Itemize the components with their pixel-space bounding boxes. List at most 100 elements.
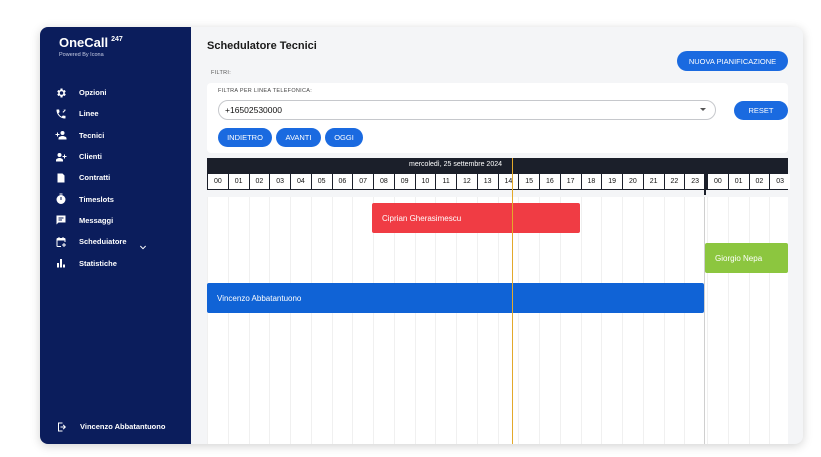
schedule-timeline: mercoledì, 25 settembre 2024 00 01 02 03 04 0…	[207, 158, 790, 444]
booking-label: Ciprian Gherasimescu	[382, 213, 462, 223]
hour-gridline	[663, 197, 665, 444]
sidebar-item-label: Clienti	[79, 152, 102, 162]
sidebar-item-messaggi[interactable]: Messaggi	[55, 210, 185, 231]
hour-gridline	[227, 197, 229, 444]
gear-icon	[55, 87, 67, 99]
phone-line-value: +16502530000	[225, 105, 282, 115]
brand-title: OneCall 247	[59, 35, 123, 50]
back-button[interactable]: INDIETRO	[218, 128, 272, 147]
hour-gridline	[456, 197, 457, 444]
hour-gridline	[290, 197, 291, 444]
hour-gridline	[310, 197, 312, 444]
booking-bar[interactable]: Ciprian Gherasimescu	[372, 203, 580, 233]
page-title: Schedulatore Tecnici	[207, 40, 317, 52]
sidebar-item-label: Scheduiatore	[79, 237, 127, 247]
filters-label: FILTRI:	[211, 70, 232, 76]
hour-gridline	[207, 197, 208, 444]
sidebar-item-label: Contratti	[79, 173, 111, 183]
booking-bar[interactable]: Giorgio Nepa	[705, 243, 788, 273]
booking-label: Giorgio Nepa	[715, 253, 763, 263]
hour-cell: 01	[228, 174, 249, 189]
booking-bar[interactable]: Vincenzo Abbatantuono	[207, 283, 704, 313]
sidebar-nav: Opzioni Linee Tecnici Clienti Contratti …	[55, 82, 185, 274]
hour-cell: 18	[581, 174, 602, 189]
hour-cell: 08	[374, 174, 394, 189]
phone-icon	[55, 108, 67, 120]
hour-gridline	[684, 197, 686, 444]
sidebar-item-scheduiatore[interactable]: Scheduiatore	[55, 231, 185, 252]
filters-card: FILTRA PER LINEA TELEFONICA: +1650253000…	[207, 83, 788, 153]
hour-cell: 01	[728, 174, 749, 189]
sidebar-item-statistiche[interactable]: Statistiche	[55, 252, 185, 273]
hour-gridline	[622, 197, 623, 444]
timeline-body: Ciprian Gherasimescu Giorgio Nepa Vincen…	[207, 197, 788, 444]
calendar-icon	[55, 236, 67, 248]
stopwatch-icon	[55, 193, 67, 205]
hour-gridline	[518, 197, 520, 444]
sidebar-item-opzioni[interactable]: Opzioni	[55, 82, 185, 103]
sidebar-item-tecnici[interactable]: Tecnici	[55, 125, 185, 146]
hour-gridline	[248, 197, 250, 444]
sidebar-item-clienti[interactable]: Clienti	[55, 146, 185, 167]
sidebar-item-contratti[interactable]: Contratti	[55, 167, 185, 188]
forward-button[interactable]: AVANTI	[276, 128, 321, 147]
hour-gridline	[476, 197, 478, 444]
hour-gridline	[497, 197, 499, 444]
hour-gridline	[539, 197, 540, 444]
hour-gridline	[435, 197, 437, 444]
day-separator	[704, 158, 706, 195]
hour-cell: 07	[353, 174, 373, 189]
hour-cell: 10	[415, 174, 436, 189]
sidebar-item-label: Tecnici	[79, 130, 105, 140]
hour-cell: 02	[749, 174, 770, 189]
today-button[interactable]: OGGI	[325, 128, 363, 147]
timeline-date: mercoledì, 25 settembre 2024	[409, 161, 502, 168]
app-window: OneCall 247 Powered By Icona Opzioni Line…	[40, 27, 803, 444]
hour-gridline	[748, 197, 750, 444]
hour-cell: 15	[519, 174, 539, 189]
hour-cell: 11	[436, 174, 456, 189]
dropdown-arrow-icon	[700, 108, 706, 111]
date-navigation: INDIETRO AVANTI OGGI	[218, 128, 363, 147]
hour-gridline	[393, 197, 395, 444]
hour-gridline	[269, 197, 271, 444]
hour-cell: 00	[208, 174, 228, 189]
day-boundary-line	[704, 197, 705, 444]
bar-chart-icon	[55, 257, 67, 269]
sidebar-item-label: Timeslots	[79, 194, 114, 204]
hour-cell: 20	[623, 174, 643, 189]
brand-superscript: 247	[111, 36, 123, 43]
brand-name: OneCall	[59, 35, 109, 50]
sidebar-item-label: Messaggi	[79, 215, 114, 225]
hour-gridline	[707, 197, 708, 444]
sidebar-item-timeslots[interactable]: Timeslots	[55, 188, 185, 209]
person-add-icon	[55, 129, 67, 141]
new-schedule-button[interactable]: NUOVA PIANIFICAZIONE	[677, 51, 788, 71]
chevron-down-icon[interactable]	[139, 238, 147, 250]
sidebar: OneCall 247 Powered By Icona Opzioni Line…	[40, 27, 191, 444]
hour-cell: 04	[291, 174, 311, 189]
main-content: Schedulatore Tecnici NUOVA PIANIFICAZION…	[191, 27, 803, 444]
hour-cell: 13	[477, 174, 498, 189]
sidebar-item-label: Linee	[79, 109, 99, 119]
sidebar-item-linee[interactable]: Linee	[55, 103, 185, 124]
hour-gridline	[331, 197, 333, 444]
hour-cell: 05	[311, 174, 332, 189]
hour-gridline	[727, 197, 729, 444]
current-time-line	[512, 158, 513, 444]
group-add-icon	[55, 151, 67, 163]
phone-line-select[interactable]: +16502530000	[218, 100, 716, 120]
message-icon	[55, 214, 67, 226]
booking-label: Vincenzo Abbatantuono	[217, 293, 302, 303]
reset-button[interactable]: RESET	[734, 101, 788, 120]
hour-gridline	[373, 197, 374, 444]
hour-cell: 21	[643, 174, 664, 189]
hour-gridline	[642, 197, 644, 444]
hour-cell: 14	[498, 174, 519, 189]
hour-gridline	[559, 197, 561, 444]
hour-row: 00 01 02 03 04 05 06 07 08 09 10 11 12 13 14 15 16 17 18 19…	[207, 174, 790, 190]
hour-gridline	[352, 197, 354, 444]
hour-cell: 00	[708, 174, 728, 189]
phone-filter-label: FILTRA PER LINEA TELEFONICA:	[218, 88, 313, 94]
logout-button[interactable]: Vincenzo Abbatantuono	[56, 416, 165, 437]
